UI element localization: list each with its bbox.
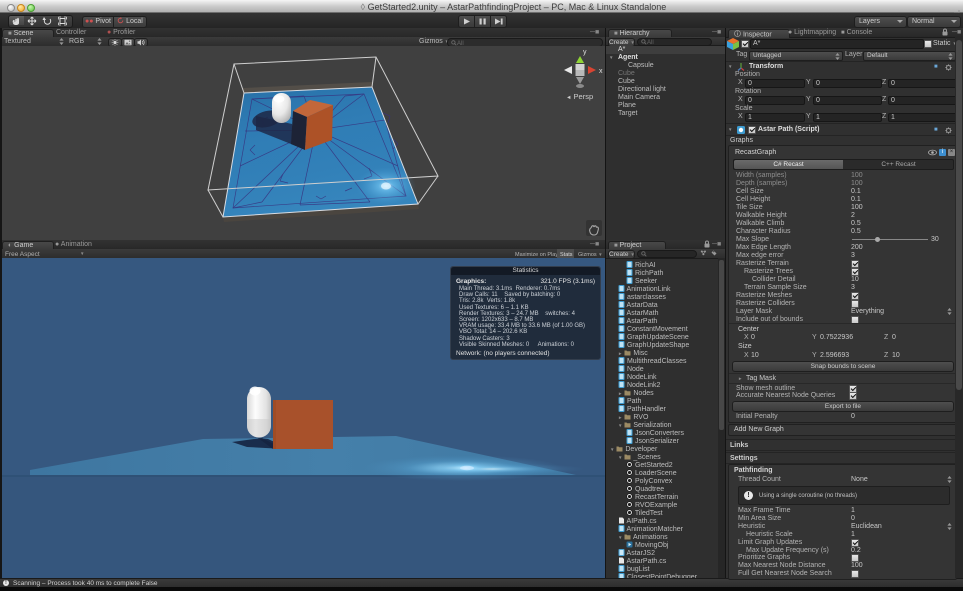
svg-text:y: y — [583, 49, 587, 56]
svg-text:x: x — [599, 68, 603, 75]
